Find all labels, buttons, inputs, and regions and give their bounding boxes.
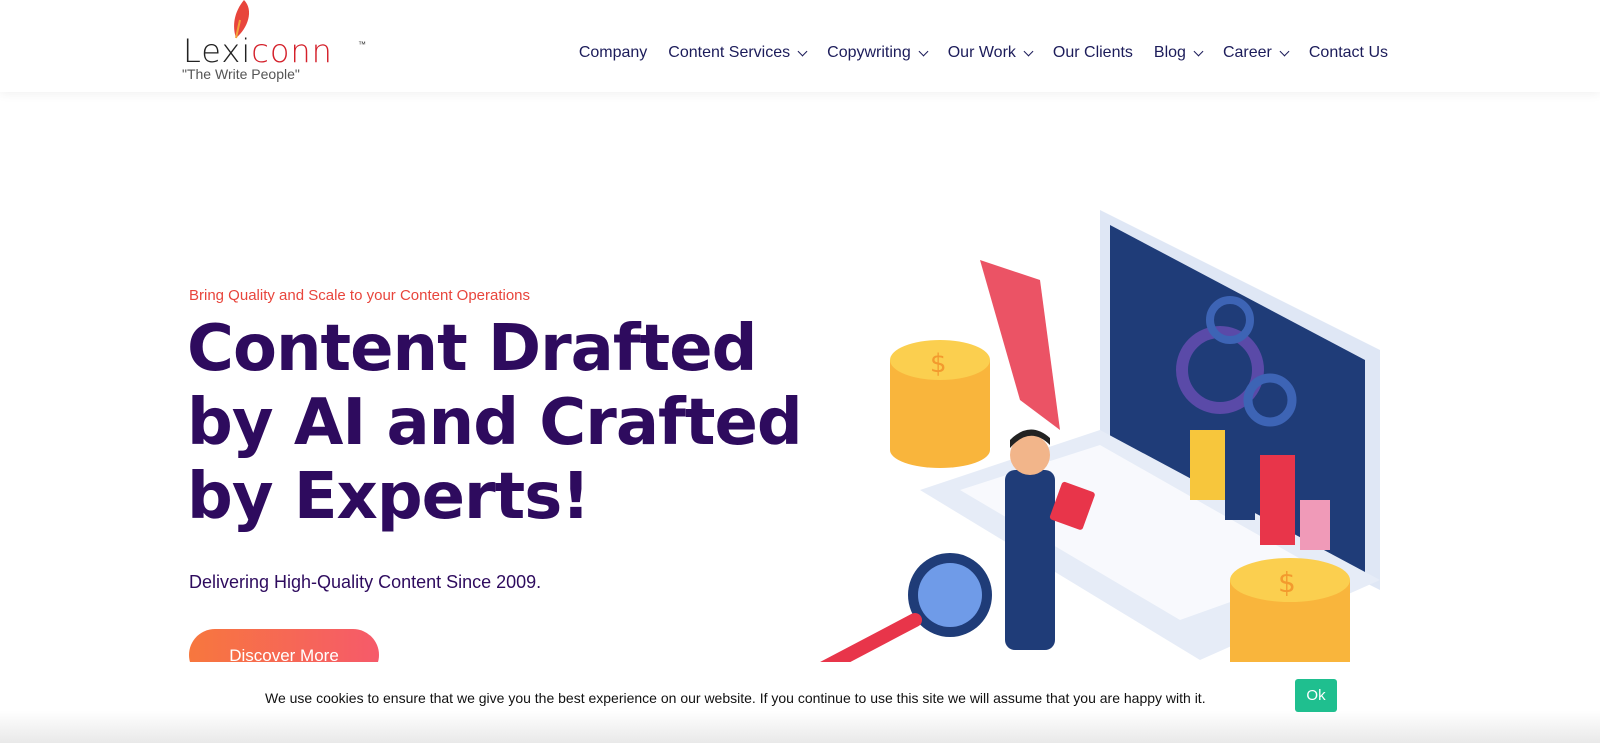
trademark: ™ (358, 40, 366, 49)
chevron-down-icon (1193, 46, 1204, 56)
cookie-message: We use cookies to ensure that we give yo… (265, 690, 1206, 706)
hero-illustration: $ $ (813, 210, 1380, 680)
svg-text:$: $ (930, 349, 947, 379)
cookie-banner: We use cookies to ensure that we give yo… (0, 662, 1600, 743)
hero-eyebrow: Bring Quality and Scale to your Content … (189, 287, 531, 304)
nav-content-services[interactable]: Content Services (668, 44, 808, 62)
main-nav: Company Content Services Copywriting Our… (579, 44, 1388, 62)
nav-company[interactable]: Company (579, 44, 647, 62)
cookie-ok-button[interactable]: Ok (1295, 679, 1337, 712)
chevron-down-icon (797, 46, 808, 56)
nav-career[interactable]: Career (1223, 44, 1290, 62)
nav-our-work[interactable]: Our Work (948, 44, 1034, 62)
nav-our-clients[interactable]: Our Clients (1053, 44, 1133, 62)
hero-title: Content Drafted by AI and Crafted by Exper… (187, 312, 803, 534)
chevron-down-icon (1023, 46, 1034, 56)
lexiconn-logo[interactable]: Lexiconn ™ "The Write People" (180, 0, 370, 88)
chevron-down-icon (918, 46, 929, 56)
nav-copywriting[interactable]: Copywriting (827, 44, 929, 62)
hero-subtitle: Delivering High-Quality Content Since 20… (189, 572, 542, 592)
logo-wordmark: Lexiconn (183, 32, 333, 70)
site-header: Lexiconn ™ "The Write People" Company Co… (0, 0, 1600, 92)
logo-tagline: "The Write People" (182, 66, 300, 82)
nav-contact-us[interactable]: Contact Us (1309, 44, 1388, 62)
chevron-down-icon (1279, 46, 1290, 56)
svg-text:$: $ (1278, 566, 1296, 599)
nav-blog[interactable]: Blog (1154, 44, 1204, 62)
